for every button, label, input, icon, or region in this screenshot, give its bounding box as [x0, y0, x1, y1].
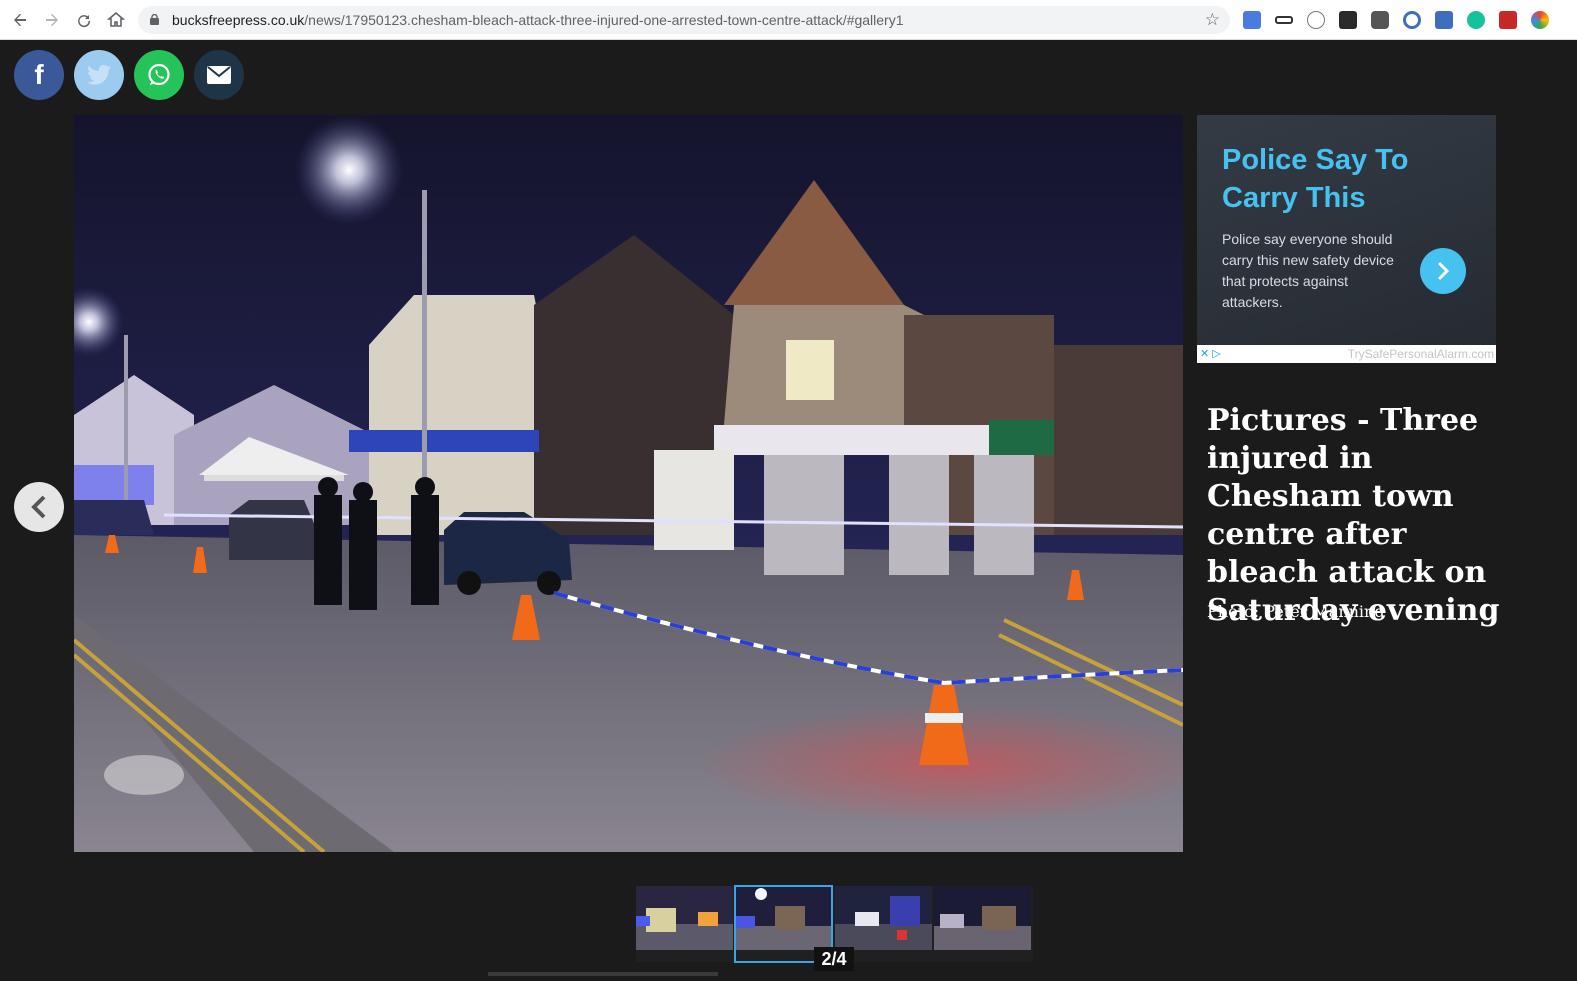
whatsapp-icon — [148, 63, 170, 86]
address-bar[interactable]: bucksfreepress.co.uk/news/17950123.chesh… — [138, 6, 1230, 34]
arrow-left-icon[interactable] — [8, 8, 32, 32]
record-extension-icon[interactable] — [1403, 11, 1421, 29]
ad-title[interactable]: Police Say To Carry This — [1222, 141, 1482, 217]
pdf-extension-icon[interactable] — [1339, 11, 1357, 29]
browser-toolbar: bucksfreepress.co.uk/news/17950123.chesh… — [0, 0, 1577, 40]
twitter-share-button[interactable] — [74, 50, 124, 100]
url-domain: bucksfreepress.co.uk — [172, 12, 305, 28]
star-icon[interactable]: ☆ — [1205, 10, 1220, 30]
arrow-right-icon[interactable] — [40, 8, 64, 32]
ad-domain[interactable]: TrySafePersonalAlarm.com — [1348, 347, 1494, 361]
translate-extension-icon[interactable] — [1243, 11, 1261, 29]
email-share-button[interactable] — [194, 50, 244, 100]
chevron-left-icon — [31, 495, 46, 519]
whatsapp-share-button[interactable] — [134, 50, 184, 100]
sponsored-ad[interactable]: Police Say To Carry This Police say ever… — [1197, 115, 1496, 345]
facebook-share-button[interactable]: f — [14, 50, 64, 100]
facebook-icon: f — [34, 59, 44, 90]
gallery-main-photo[interactable] — [74, 115, 1183, 852]
ad-close-icon[interactable]: ✕ ▷ — [1200, 347, 1221, 360]
gallery-thumbnail[interactable] — [636, 886, 733, 950]
reload-icon[interactable] — [72, 8, 96, 32]
ad-body: Police say everyone should carry this ne… — [1222, 231, 1394, 310]
twitter-icon — [87, 65, 111, 85]
ad-attribution-bar: ✕ ▷ TrySafePersonalAlarm.com — [1197, 345, 1496, 363]
previous-photo-button[interactable] — [14, 482, 64, 532]
gallery-thumbnail[interactable] — [934, 886, 1031, 950]
chrome-extension-icon[interactable] — [1531, 11, 1549, 29]
gallery-counter: 2/4 — [814, 947, 854, 971]
camera-extension-icon[interactable] — [1435, 11, 1453, 29]
url-path: /news/17950123.chesham-bleach-attack-thr… — [304, 12, 904, 28]
gallery-thumbnail[interactable] — [835, 886, 932, 950]
incognito-extension-icon[interactable] — [1275, 16, 1293, 24]
url-text: bucksfreepress.co.uk/news/17950123.chesh… — [172, 12, 904, 28]
lock-icon — [150, 14, 159, 25]
gallery-caption: Pictures - Three injured in Chesham town… — [1207, 403, 1500, 628]
help-extension-icon[interactable] — [1307, 11, 1325, 29]
chevron-right-icon — [1437, 261, 1450, 281]
email-icon — [207, 66, 231, 84]
photo-credit: Photo: Peter Manning — [1207, 602, 1385, 621]
bookmark-extension-icon[interactable] — [1499, 11, 1517, 29]
privacy-extension-icon[interactable] — [1371, 11, 1389, 29]
ad-go-button[interactable] — [1420, 248, 1466, 294]
horizontal-scrollbar[interactable] — [488, 972, 718, 976]
home-icon[interactable] — [104, 8, 128, 32]
grammarly-extension-icon[interactable] — [1467, 11, 1485, 29]
